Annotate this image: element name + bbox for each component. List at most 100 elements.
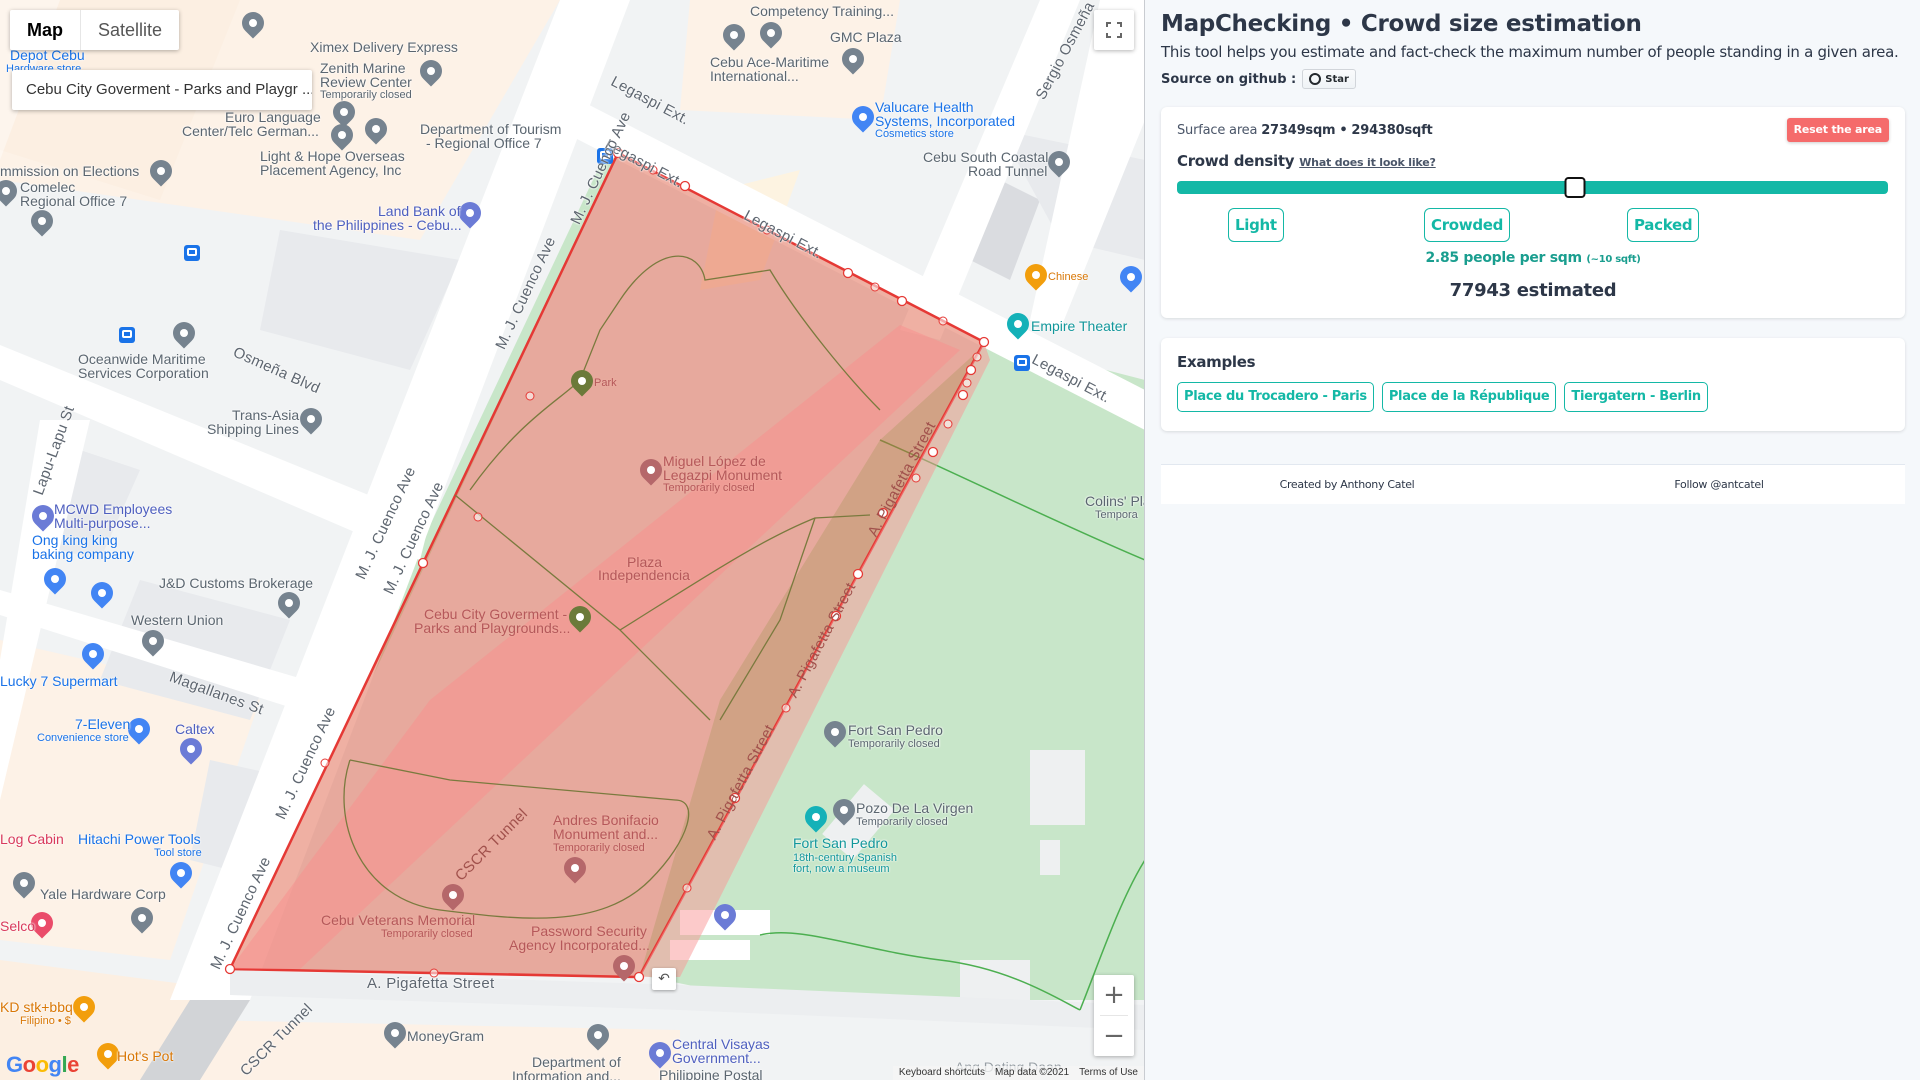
zoom-control: + − <box>1094 975 1134 1056</box>
map-label[interactable]: Pozo De La Virgen <box>856 801 973 816</box>
map-label[interactable]: Monument and... <box>553 827 658 842</box>
density-slider-thumb[interactable] <box>1564 177 1586 198</box>
map-label[interactable]: mmission on Elections <box>0 164 139 179</box>
example-button[interactable]: Place de la République <box>1381 382 1557 412</box>
github-star-button[interactable]: Star <box>1302 69 1356 89</box>
map-label[interactable]: Selco <box>0 919 35 934</box>
follow-link[interactable]: Follow @antcatel <box>1533 465 1905 504</box>
preset-packed-button[interactable]: Packed <box>1627 208 1700 242</box>
map-label[interactable]: Competency Training... <box>750 4 894 19</box>
map-label[interactable]: Road Tunnel <box>968 164 1047 179</box>
map-label[interactable]: - Regional Office 7 <box>426 136 542 151</box>
density-per-sqm: 2.85 people per sqm <box>1425 250 1582 266</box>
density-slider[interactable] <box>1177 177 1888 198</box>
map-label[interactable]: Multi-purpose... <box>54 516 150 531</box>
map-label[interactable]: International... <box>710 69 799 84</box>
example-button[interactable]: Tiergatern - Berlin <box>1564 382 1708 412</box>
map-label[interactable]: Independencia <box>598 568 690 583</box>
map-label[interactable]: Placement Agency, Inc <box>260 163 401 178</box>
github-label: Source on github : <box>1161 71 1297 87</box>
map-label[interactable]: Park <box>594 376 617 391</box>
examples-card: Examples Place du Trocadero - Paris Plac… <box>1161 338 1905 431</box>
footer: Created by Anthony Catel Follow @antcate… <box>1161 464 1905 504</box>
map-type-control: Map Satellite <box>10 10 180 50</box>
preset-light-button[interactable]: Light <box>1228 208 1284 242</box>
reset-area-button[interactable]: Reset the area <box>1786 118 1889 142</box>
star-label: Star <box>1325 73 1349 85</box>
map-data-text: Map data ©2021 <box>995 1067 1070 1078</box>
density-value: 2.85 people per sqm (~10 sqft) <box>1161 250 1905 266</box>
crowd-density-label: Crowd density <box>1177 152 1295 170</box>
map-label[interactable]: Hot's Pot <box>117 1049 173 1064</box>
map-label[interactable]: Colins' Pla <box>1085 494 1144 509</box>
bus-stop-icon[interactable] <box>1014 355 1030 371</box>
map-label: Convenience store <box>37 732 129 744</box>
map-label[interactable]: GMC Plaza <box>830 30 902 45</box>
map-label[interactable]: Fort San Pedro <box>793 836 888 851</box>
github-icon <box>1309 73 1322 85</box>
crowd-estimate: 77943 estimated <box>1449 280 1617 301</box>
keyboard-shortcuts-link[interactable]: Keyboard shortcuts <box>899 1066 985 1080</box>
map-label[interactable]: Center/Telc German... <box>182 124 319 139</box>
map-label[interactable]: Yale Hardware Corp <box>40 887 166 902</box>
fullscreen-icon <box>1106 22 1122 38</box>
map-label[interactable]: Lucky 7 Supermart <box>0 674 118 689</box>
map-label[interactable]: KD stk+bbq <box>0 1000 73 1015</box>
map-label[interactable]: Chinese <box>1048 270 1088 285</box>
undo-vertex-button[interactable]: ↶ <box>652 968 676 990</box>
map-label[interactable]: Parks and Playgrounds... <box>414 621 570 636</box>
map-type-map-button[interactable]: Map <box>10 10 80 50</box>
map-label[interactable]: Cebu Veterans Memorial <box>321 913 475 928</box>
map-label[interactable]: Depot Cebu <box>10 48 85 63</box>
map-canvas[interactable]: Ximex Delivery Express Zenith Marine Rev… <box>0 0 1145 1080</box>
map-type-satellite-button[interactable]: Satellite <box>80 10 179 50</box>
terms-of-use-link[interactable]: Terms of Use <box>1079 1066 1138 1080</box>
bus-stop-icon[interactable] <box>184 245 200 261</box>
map-label[interactable]: Philippine Postal <box>659 1068 763 1080</box>
fullscreen-button[interactable] <box>1094 10 1134 50</box>
map-label: Temporarily closed <box>553 842 645 854</box>
map-label[interactable]: Shipping Lines <box>207 422 299 437</box>
place-info-card[interactable]: Cebu City Goverment - Parks and Playgr .… <box>12 70 312 110</box>
map-label[interactable]: Hitachi Power Tools <box>78 832 201 847</box>
map-label: Filipino • $ <box>20 1015 71 1027</box>
map-label[interactable]: Regional Office 7 <box>20 194 127 209</box>
map-label[interactable]: MoneyGram <box>407 1029 484 1044</box>
density-example-link[interactable]: What does it look like? <box>1299 156 1436 169</box>
map-label[interactable]: Caltex <box>175 722 215 737</box>
preset-crowded-button[interactable]: Crowded <box>1424 208 1511 242</box>
map-label: Temporarily closed <box>381 928 473 940</box>
map-label[interactable]: Log Cabin <box>0 832 64 847</box>
zoom-in-button[interactable]: + <box>1094 975 1134 1015</box>
density-sqft: (~10 sqft) <box>1586 254 1641 265</box>
map-attribution: Keyboard shortcuts Map data ©2021 Terms … <box>892 1066 1144 1080</box>
map-label[interactable]: the Philippines - Cebu... <box>313 218 462 233</box>
map-label: Temporarily closed <box>856 816 948 828</box>
map-label: Tool store <box>154 847 202 859</box>
map-label[interactable]: Information and... <box>512 1069 621 1080</box>
map-label[interactable]: Government... <box>672 1051 761 1066</box>
map-label[interactable]: Services Corporation <box>78 366 209 381</box>
examples-list: Place du Trocadero - Paris Place de la R… <box>1177 382 1708 412</box>
bus-stop-icon[interactable] <box>119 327 135 343</box>
map-label[interactable]: Ximex Delivery Express <box>310 40 458 55</box>
map-label[interactable]: Agency Incorporated... <box>509 938 650 953</box>
map-label[interactable]: J&D Customs Brokerage <box>159 576 313 591</box>
surface-label: Surface area <box>1177 123 1258 138</box>
map-label[interactable]: 7-Eleven <box>75 717 130 732</box>
map-label[interactable]: baking company <box>32 547 134 562</box>
example-button[interactable]: Place du Trocadero - Paris <box>1177 382 1374 412</box>
street-label: A. Pigafetta Street <box>367 975 495 992</box>
map-label[interactable]: Fort San Pedro <box>848 723 943 738</box>
created-by-link[interactable]: Created by Anthony Catel <box>1161 465 1533 504</box>
surface-separator: • <box>1339 123 1348 138</box>
map-label[interactable]: Western Union <box>131 613 223 628</box>
github-row: Source on github : Star <box>1161 69 1356 89</box>
examples-title: Examples <box>1177 353 1256 371</box>
map-label: fort, now a museum <box>793 863 890 875</box>
google-logo[interactable]: Google <box>6 1052 79 1078</box>
map-label[interactable]: Empire Theater <box>1031 319 1127 334</box>
map-label: Cosmetics store <box>875 128 954 140</box>
estimation-card: Surface area 27349sqm • 294380sqft Reset… <box>1161 107 1905 318</box>
zoom-out-button[interactable]: − <box>1094 1016 1134 1056</box>
